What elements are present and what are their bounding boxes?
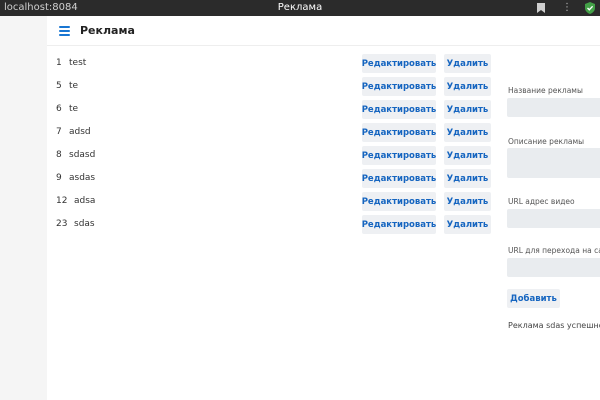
app-header: Реклама [47, 16, 600, 46]
edit-button[interactable]: Редактировать [362, 54, 436, 73]
ad-row: 6 te Редактировать Удалить [47, 100, 497, 123]
delete-button[interactable]: Удалить [444, 77, 491, 96]
video-url-field[interactable] [507, 209, 600, 228]
delete-button[interactable]: Удалить [444, 169, 491, 188]
ad-id: 8 [56, 150, 62, 160]
ad-id: 7 [56, 127, 62, 137]
shield-check-icon[interactable] [583, 1, 597, 15]
site-url-field[interactable] [507, 258, 600, 277]
ad-name: sdasd [69, 150, 96, 160]
ad-id: 12 [56, 196, 68, 206]
ad-name: test [69, 58, 87, 68]
ad-row: 5 te Редактировать Удалить [47, 77, 497, 100]
ad-id: 5 [56, 81, 62, 91]
delete-button[interactable]: Удалить [444, 192, 491, 211]
name-field[interactable] [507, 98, 600, 117]
delete-button[interactable]: Удалить [444, 215, 491, 234]
ad-name: te [69, 81, 79, 91]
bookmark-icon[interactable] [537, 3, 545, 13]
edit-button[interactable]: Редактировать [362, 123, 436, 142]
delete-button[interactable]: Удалить [444, 123, 491, 142]
window-title: Реклама [277, 2, 323, 13]
description-field[interactable] [507, 148, 600, 178]
edit-button[interactable]: Редактировать [362, 77, 436, 96]
delete-button[interactable]: Удалить [444, 100, 491, 119]
site-url-field-label: URL для перехода на сайт [508, 246, 600, 255]
ad-row: 9 asdas Редактировать Удалить [47, 169, 497, 192]
ad-name: asdas [69, 173, 96, 183]
ad-name: adsa [74, 196, 96, 206]
ad-name: adsd [69, 127, 91, 137]
hamburger-menu-icon[interactable] [59, 26, 70, 36]
ad-row: 8 sdasd Редактировать Удалить [47, 146, 497, 169]
ad-row: 7 adsd Редактировать Удалить [47, 123, 497, 146]
ad-row: 12 adsa Редактировать Удалить [47, 192, 497, 215]
delete-button[interactable]: Удалить [444, 146, 491, 165]
ad-row: 1 test Редактировать Удалить [47, 54, 497, 77]
page-title: Реклама [80, 24, 135, 37]
left-gutter [0, 16, 47, 400]
ad-name: te [69, 104, 79, 114]
ad-id: 1 [56, 58, 62, 68]
ad-id: 23 [56, 219, 68, 229]
kebab-menu-icon[interactable]: ⋮ [562, 2, 572, 14]
ad-id: 9 [56, 173, 62, 183]
ad-name: sdas [74, 219, 95, 229]
edit-button[interactable]: Редактировать [362, 100, 436, 119]
browser-titlebar: localhost:8084 Реклама ⋮ [0, 0, 600, 16]
ad-id: 6 [56, 104, 62, 114]
description-field-label: Описание рекламы [508, 137, 585, 146]
name-field-label: Название рекламы [508, 86, 583, 95]
edit-button[interactable]: Редактировать [362, 169, 436, 188]
edit-button[interactable]: Редактировать [362, 215, 436, 234]
delete-button[interactable]: Удалить [444, 54, 491, 73]
main-panel: Реклама 1 test Редактировать Удалить 5 t… [47, 16, 600, 400]
add-button[interactable]: Добавить [507, 289, 560, 308]
status-message: Реклама sdas успешно д [508, 321, 600, 330]
video-url-field-label: URL адрес видео [508, 197, 575, 206]
edit-button[interactable]: Редактировать [362, 192, 436, 211]
ad-row: 23 sdas Редактировать Удалить [47, 215, 497, 238]
edit-button[interactable]: Редактировать [362, 146, 436, 165]
